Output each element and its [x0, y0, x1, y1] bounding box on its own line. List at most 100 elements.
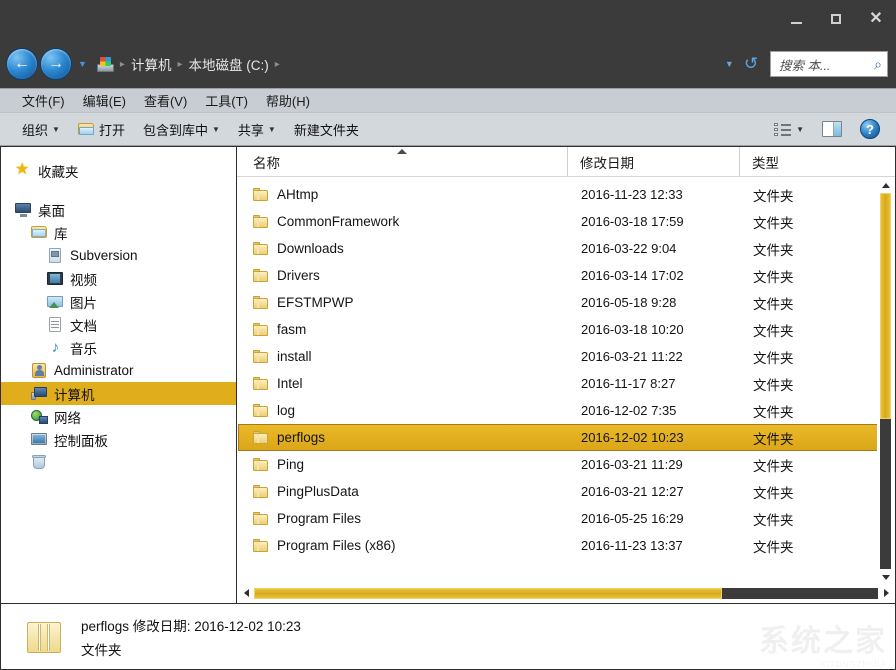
details-type: 文件夹 — [81, 639, 301, 659]
close-button[interactable]: ✕ — [856, 6, 896, 32]
include-in-library-button[interactable]: 包含到库中 ▼ — [135, 116, 228, 143]
menu-view[interactable]: 查看(V) — [136, 89, 195, 112]
scroll-up-button[interactable] — [877, 178, 894, 192]
table-row[interactable]: CommonFramework 2016-03-18 17:59 文件夹 — [238, 208, 894, 235]
file-date: 2016-03-21 11:29 — [569, 457, 741, 472]
file-type: 文件夹 — [741, 509, 893, 529]
sidebar-item-recycle-bin[interactable] — [1, 451, 236, 474]
minimize-button[interactable] — [776, 6, 816, 32]
sidebar-item-libraries[interactable]: 库 — [1, 221, 236, 244]
horizontal-scroll-thumb[interactable] — [254, 588, 722, 599]
table-row[interactable]: fasm 2016-03-18 10:20 文件夹 — [238, 316, 894, 343]
refresh-icon[interactable]: ↻ — [744, 54, 758, 74]
table-row[interactable]: Program Files (x86) 2016-11-23 13:37 文件夹 — [238, 532, 894, 559]
open-button[interactable]: 打开 — [70, 116, 133, 143]
sidebar-item-network[interactable]: 网络 — [1, 405, 236, 428]
sidebar-item-favorites[interactable]: ★ 收藏夹 — [1, 159, 236, 182]
minimize-icon — [791, 22, 802, 24]
vertical-scroll-thumb[interactable] — [880, 193, 891, 419]
file-name-cell: CommonFramework — [239, 214, 569, 229]
horizontal-scroll-track[interactable] — [254, 588, 878, 599]
file-name-cell: fasm — [239, 322, 569, 337]
table-row[interactable]: AHtmp 2016-11-23 12:33 文件夹 — [238, 181, 894, 208]
open-label: 打开 — [99, 120, 125, 139]
content-area: ★ 收藏夹 桌面 库 Subversion 视频 图片 — [0, 146, 896, 604]
sidebar-item-videos[interactable]: 视频 — [1, 267, 236, 290]
file-name: Program Files (x86) — [277, 538, 396, 553]
forward-button[interactable]: → — [40, 48, 72, 80]
share-button[interactable]: 共享 ▼ — [230, 116, 284, 143]
scroll-left-button[interactable] — [238, 584, 254, 602]
file-list-pane: 名称 修改日期 类型 AHtmp 2016-11-23 12:33 — [236, 146, 896, 604]
file-rows: AHtmp 2016-11-23 12:33 文件夹 CommonFramewo… — [237, 177, 895, 603]
recent-pages-caret-icon[interactable]: ▼ — [78, 59, 87, 69]
menu-tools[interactable]: 工具(T) — [197, 89, 256, 112]
table-row[interactable]: install 2016-03-21 11:22 文件夹 — [238, 343, 894, 370]
sidebar-item-subversion[interactable]: Subversion — [1, 244, 236, 267]
horizontal-scrollbar[interactable] — [238, 584, 894, 602]
scroll-down-button[interactable] — [877, 570, 894, 584]
menu-edit[interactable]: 编辑(E) — [75, 89, 134, 112]
sidebar-item-label: 音乐 — [70, 338, 97, 358]
chevron-down-icon: ▼ — [268, 125, 276, 134]
table-row[interactable]: Downloads 2016-03-22 9:04 文件夹 — [238, 235, 894, 262]
sort-ascending-icon — [397, 149, 407, 154]
sidebar-item-administrator[interactable]: Administrator — [1, 359, 236, 382]
sidebar-item-desktop[interactable]: 桌面 — [1, 198, 236, 221]
column-header-date[interactable]: 修改日期 — [567, 147, 739, 176]
change-view-button[interactable]: ▼ — [766, 118, 812, 140]
sidebar-item-music[interactable]: ♪ 音乐 — [1, 336, 236, 359]
desktop-icon — [15, 202, 32, 217]
table-row-selected[interactable]: perflogs 2016-12-02 10:23 文件夹 — [238, 424, 894, 451]
table-row[interactable]: log 2016-12-02 7:35 文件夹 — [238, 397, 894, 424]
menu-file[interactable]: 文件(F) — [14, 89, 73, 112]
details-name-and-date: perflogs 修改日期: 2016-12-02 10:23 — [81, 615, 301, 635]
maximize-button[interactable] — [816, 6, 856, 32]
vertical-scroll-track[interactable] — [880, 193, 891, 569]
help-button[interactable]: ? — [852, 115, 888, 143]
navigation-pane: ★ 收藏夹 桌面 库 Subversion 视频 图片 — [0, 146, 236, 604]
search-input[interactable]: 搜索 本... ⌕ — [770, 51, 888, 77]
table-row[interactable]: Ping 2016-03-21 11:29 文件夹 — [238, 451, 894, 478]
sidebar-item-computer[interactable]: 计算机 — [1, 382, 236, 405]
organize-button[interactable]: 组织 ▼ — [14, 116, 68, 143]
view-list-icon — [774, 122, 792, 136]
sidebar-item-label: 网络 — [54, 407, 81, 427]
sidebar-item-label: 库 — [54, 223, 68, 243]
file-date: 2016-03-22 9:04 — [569, 241, 741, 256]
sidebar-item-pictures[interactable]: 图片 — [1, 290, 236, 313]
preview-pane-button[interactable] — [814, 117, 850, 141]
file-type: 文件夹 — [741, 239, 893, 259]
breadcrumb-separator: ▸ — [176, 59, 183, 70]
column-header-name-label: 名称 — [253, 152, 280, 172]
file-name-cell: perflogs — [239, 430, 569, 445]
address-dropdown-caret-icon[interactable]: ▼ — [725, 59, 734, 69]
new-folder-button[interactable]: 新建文件夹 — [286, 116, 367, 143]
menu-help[interactable]: 帮助(H) — [258, 89, 318, 112]
breadcrumb-separator[interactable]: ▸ — [274, 59, 281, 70]
table-row[interactable]: PingPlusData 2016-03-21 12:27 文件夹 — [238, 478, 894, 505]
sidebar-item-control-panel[interactable]: 控制面板 — [1, 428, 236, 451]
table-row[interactable]: Program Files 2016-05-25 16:29 文件夹 — [238, 505, 894, 532]
table-row[interactable]: EFSTMPWP 2016-05-18 9:28 文件夹 — [238, 289, 894, 316]
table-row[interactable]: Drivers 2016-03-14 17:02 文件夹 — [238, 262, 894, 289]
breadcrumb-item-computer[interactable]: 计算机 — [128, 52, 175, 76]
sidebar-item-documents[interactable]: 文档 — [1, 313, 236, 336]
vertical-scrollbar[interactable] — [877, 178, 894, 584]
file-type: 文件夹 — [741, 293, 893, 313]
breadcrumb-item-local-disk[interactable]: 本地磁盘 (C:) — [185, 52, 271, 76]
back-button[interactable]: ← — [6, 48, 38, 80]
folder-icon — [253, 404, 269, 418]
forward-arrow-icon: → — [48, 55, 64, 73]
file-date: 2016-12-02 10:23 — [569, 430, 741, 445]
file-date: 2016-03-21 11:22 — [569, 349, 741, 364]
breadcrumb[interactable]: ▸ 计算机 ▸ 本地磁盘 (C:) ▸ — [95, 51, 721, 77]
file-name: CommonFramework — [277, 214, 399, 229]
command-toolbar: 组织 ▼ 打开 包含到库中 ▼ 共享 ▼ 新建文件夹 ▼ — [0, 112, 896, 146]
folder-icon — [253, 215, 269, 229]
scroll-right-button[interactable] — [878, 584, 894, 602]
column-header-name[interactable]: 名称 — [237, 147, 567, 176]
column-header-row: 名称 修改日期 类型 — [237, 147, 895, 177]
table-row[interactable]: Intel 2016-11-17 8:27 文件夹 — [238, 370, 894, 397]
column-header-type[interactable]: 类型 — [739, 147, 877, 176]
